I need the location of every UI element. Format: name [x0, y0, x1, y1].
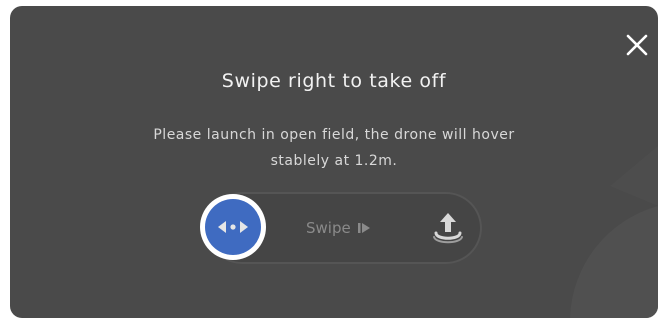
swipe-hint: Swipe — [306, 218, 371, 238]
close-button[interactable] — [624, 32, 650, 58]
swipe-slider-knob[interactable] — [200, 194, 266, 260]
dialog-title: Swipe right to take off — [221, 70, 447, 92]
drag-arrows-icon — [218, 221, 248, 233]
close-icon — [626, 34, 648, 56]
dialog-message: Please launch in open field, the drone w… — [70, 122, 598, 174]
dialog-message-line1: Please launch in open field, the drone w… — [153, 127, 515, 143]
dialog-message-line2: stablely at 1.2m. — [270, 153, 398, 169]
swipe-hint-label: Swipe — [306, 219, 351, 237]
play-arrow-icon — [357, 223, 370, 233]
takeoff-dialog: Swipe right to take off Please launch in… — [10, 6, 658, 318]
takeoff-icon — [433, 213, 463, 244]
